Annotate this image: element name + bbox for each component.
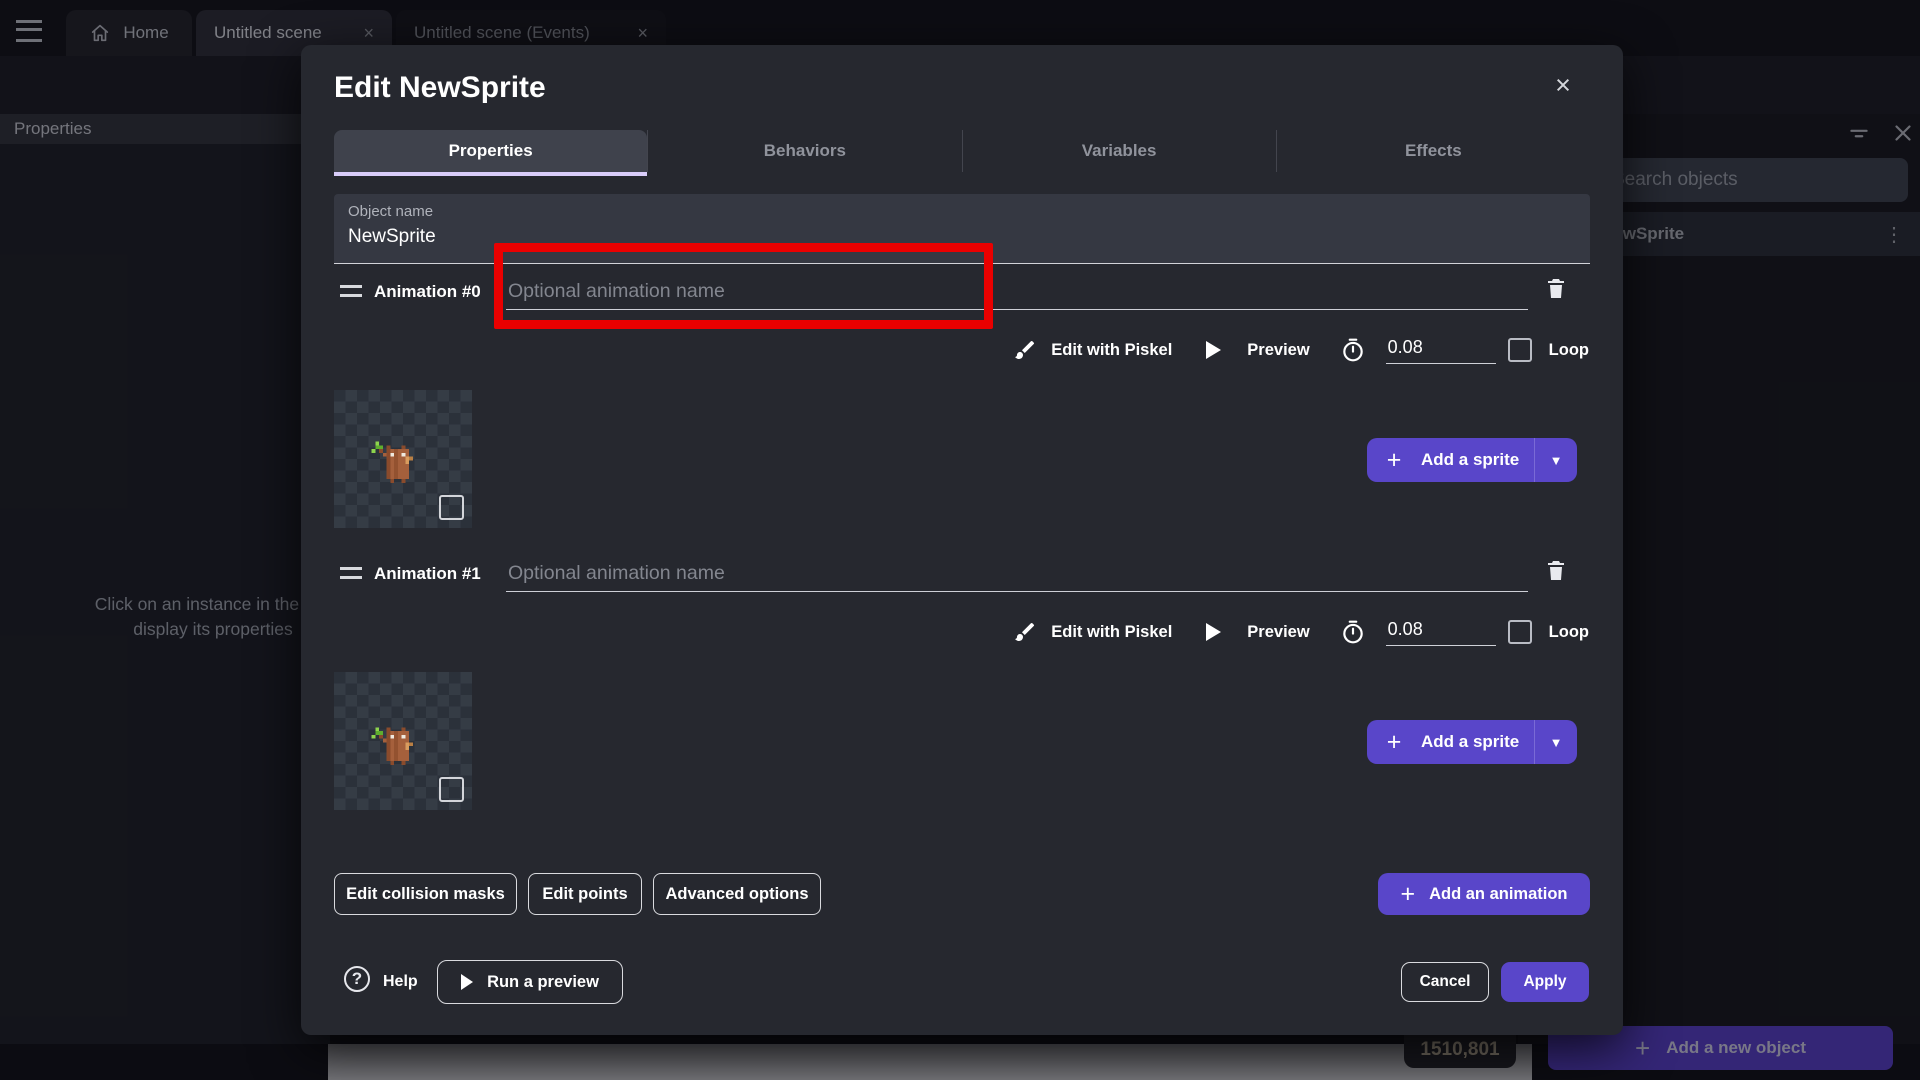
edit-object-dialog: Edit NewSprite × Properties Behaviors Va…	[301, 45, 1623, 1035]
animation-controls: Edit with Piskel Preview Loop	[1013, 614, 1589, 650]
tab-variables[interactable]: Variables	[962, 130, 1276, 172]
object-name-label: Object name	[348, 203, 433, 220]
tab-effects[interactable]: Effects	[1276, 130, 1590, 172]
plus-icon: +	[1367, 446, 1421, 475]
delete-animation-icon[interactable]	[1544, 557, 1568, 583]
brush-icon	[1013, 620, 1037, 644]
loop-label: Loop	[1549, 623, 1589, 642]
help-button[interactable]: Help	[383, 973, 418, 991]
dialog-tab-bar: Properties Behaviors Variables Effects	[334, 130, 1590, 172]
sprite-select-checkbox[interactable]	[439, 777, 464, 802]
run-preview-button[interactable]: Run a preview	[437, 960, 623, 1004]
delete-animation-icon[interactable]	[1544, 275, 1568, 301]
dialog-title: Edit NewSprite	[334, 71, 546, 105]
object-name-value: NewSprite	[348, 226, 436, 248]
animation-label: Animation #0	[374, 282, 481, 302]
brush-icon	[1013, 338, 1037, 362]
animation-label: Animation #1	[374, 564, 481, 584]
add-sprite-button[interactable]: + Add a sprite ▼	[1367, 438, 1577, 482]
edit-with-piskel-button[interactable]: Edit with Piskel	[1051, 623, 1172, 642]
time-between-frames-input[interactable]	[1386, 337, 1496, 364]
timer-icon	[1340, 337, 1366, 363]
timer-icon	[1340, 619, 1366, 645]
plus-icon: +	[1400, 880, 1415, 909]
help-icon[interactable]: ?	[344, 966, 370, 992]
add-sprite-button[interactable]: + Add a sprite ▼	[1367, 720, 1577, 764]
sprite-thumbnail[interactable]	[334, 672, 472, 810]
edit-points-button[interactable]: Edit points	[528, 873, 642, 915]
tab-properties[interactable]: Properties	[334, 130, 647, 172]
edit-with-piskel-button[interactable]: Edit with Piskel	[1051, 341, 1172, 360]
preview-button[interactable]: Preview	[1247, 623, 1309, 642]
sprite-select-checkbox[interactable]	[439, 495, 464, 520]
animation-name-input[interactable]	[506, 555, 1528, 592]
add-animation-button[interactable]: + Add an animation	[1378, 873, 1590, 915]
cancel-button[interactable]: Cancel	[1401, 962, 1489, 1002]
dialog-close-icon[interactable]: ×	[1545, 67, 1581, 103]
preview-button[interactable]: Preview	[1247, 341, 1309, 360]
annotation-rectangle	[494, 243, 993, 329]
chevron-down-icon[interactable]: ▼	[1534, 720, 1577, 764]
play-icon	[461, 974, 473, 990]
chevron-down-icon[interactable]: ▼	[1534, 438, 1577, 482]
sprite-thumbnail[interactable]	[334, 390, 472, 528]
loop-checkbox[interactable]	[1508, 338, 1532, 362]
time-between-frames-input[interactable]	[1386, 619, 1496, 646]
plus-icon: +	[1367, 728, 1421, 757]
animation-controls: Edit with Piskel Preview Loop	[1013, 332, 1589, 368]
advanced-options-button[interactable]: Advanced options	[653, 873, 821, 915]
apply-button[interactable]: Apply	[1501, 962, 1589, 1002]
tab-behaviors[interactable]: Behaviors	[647, 130, 961, 172]
play-icon	[1206, 623, 1221, 641]
drag-handle-icon[interactable]	[340, 285, 362, 297]
sprite-image	[364, 716, 424, 776]
loop-checkbox[interactable]	[1508, 620, 1532, 644]
edit-collision-masks-button[interactable]: Edit collision masks	[334, 873, 517, 915]
app-window: Home Untitled scene × Untitled scene (Ev…	[0, 0, 1920, 1080]
drag-handle-icon[interactable]	[340, 567, 362, 579]
loop-label: Loop	[1549, 341, 1589, 360]
play-icon	[1206, 341, 1221, 359]
sprite-image	[364, 434, 424, 494]
